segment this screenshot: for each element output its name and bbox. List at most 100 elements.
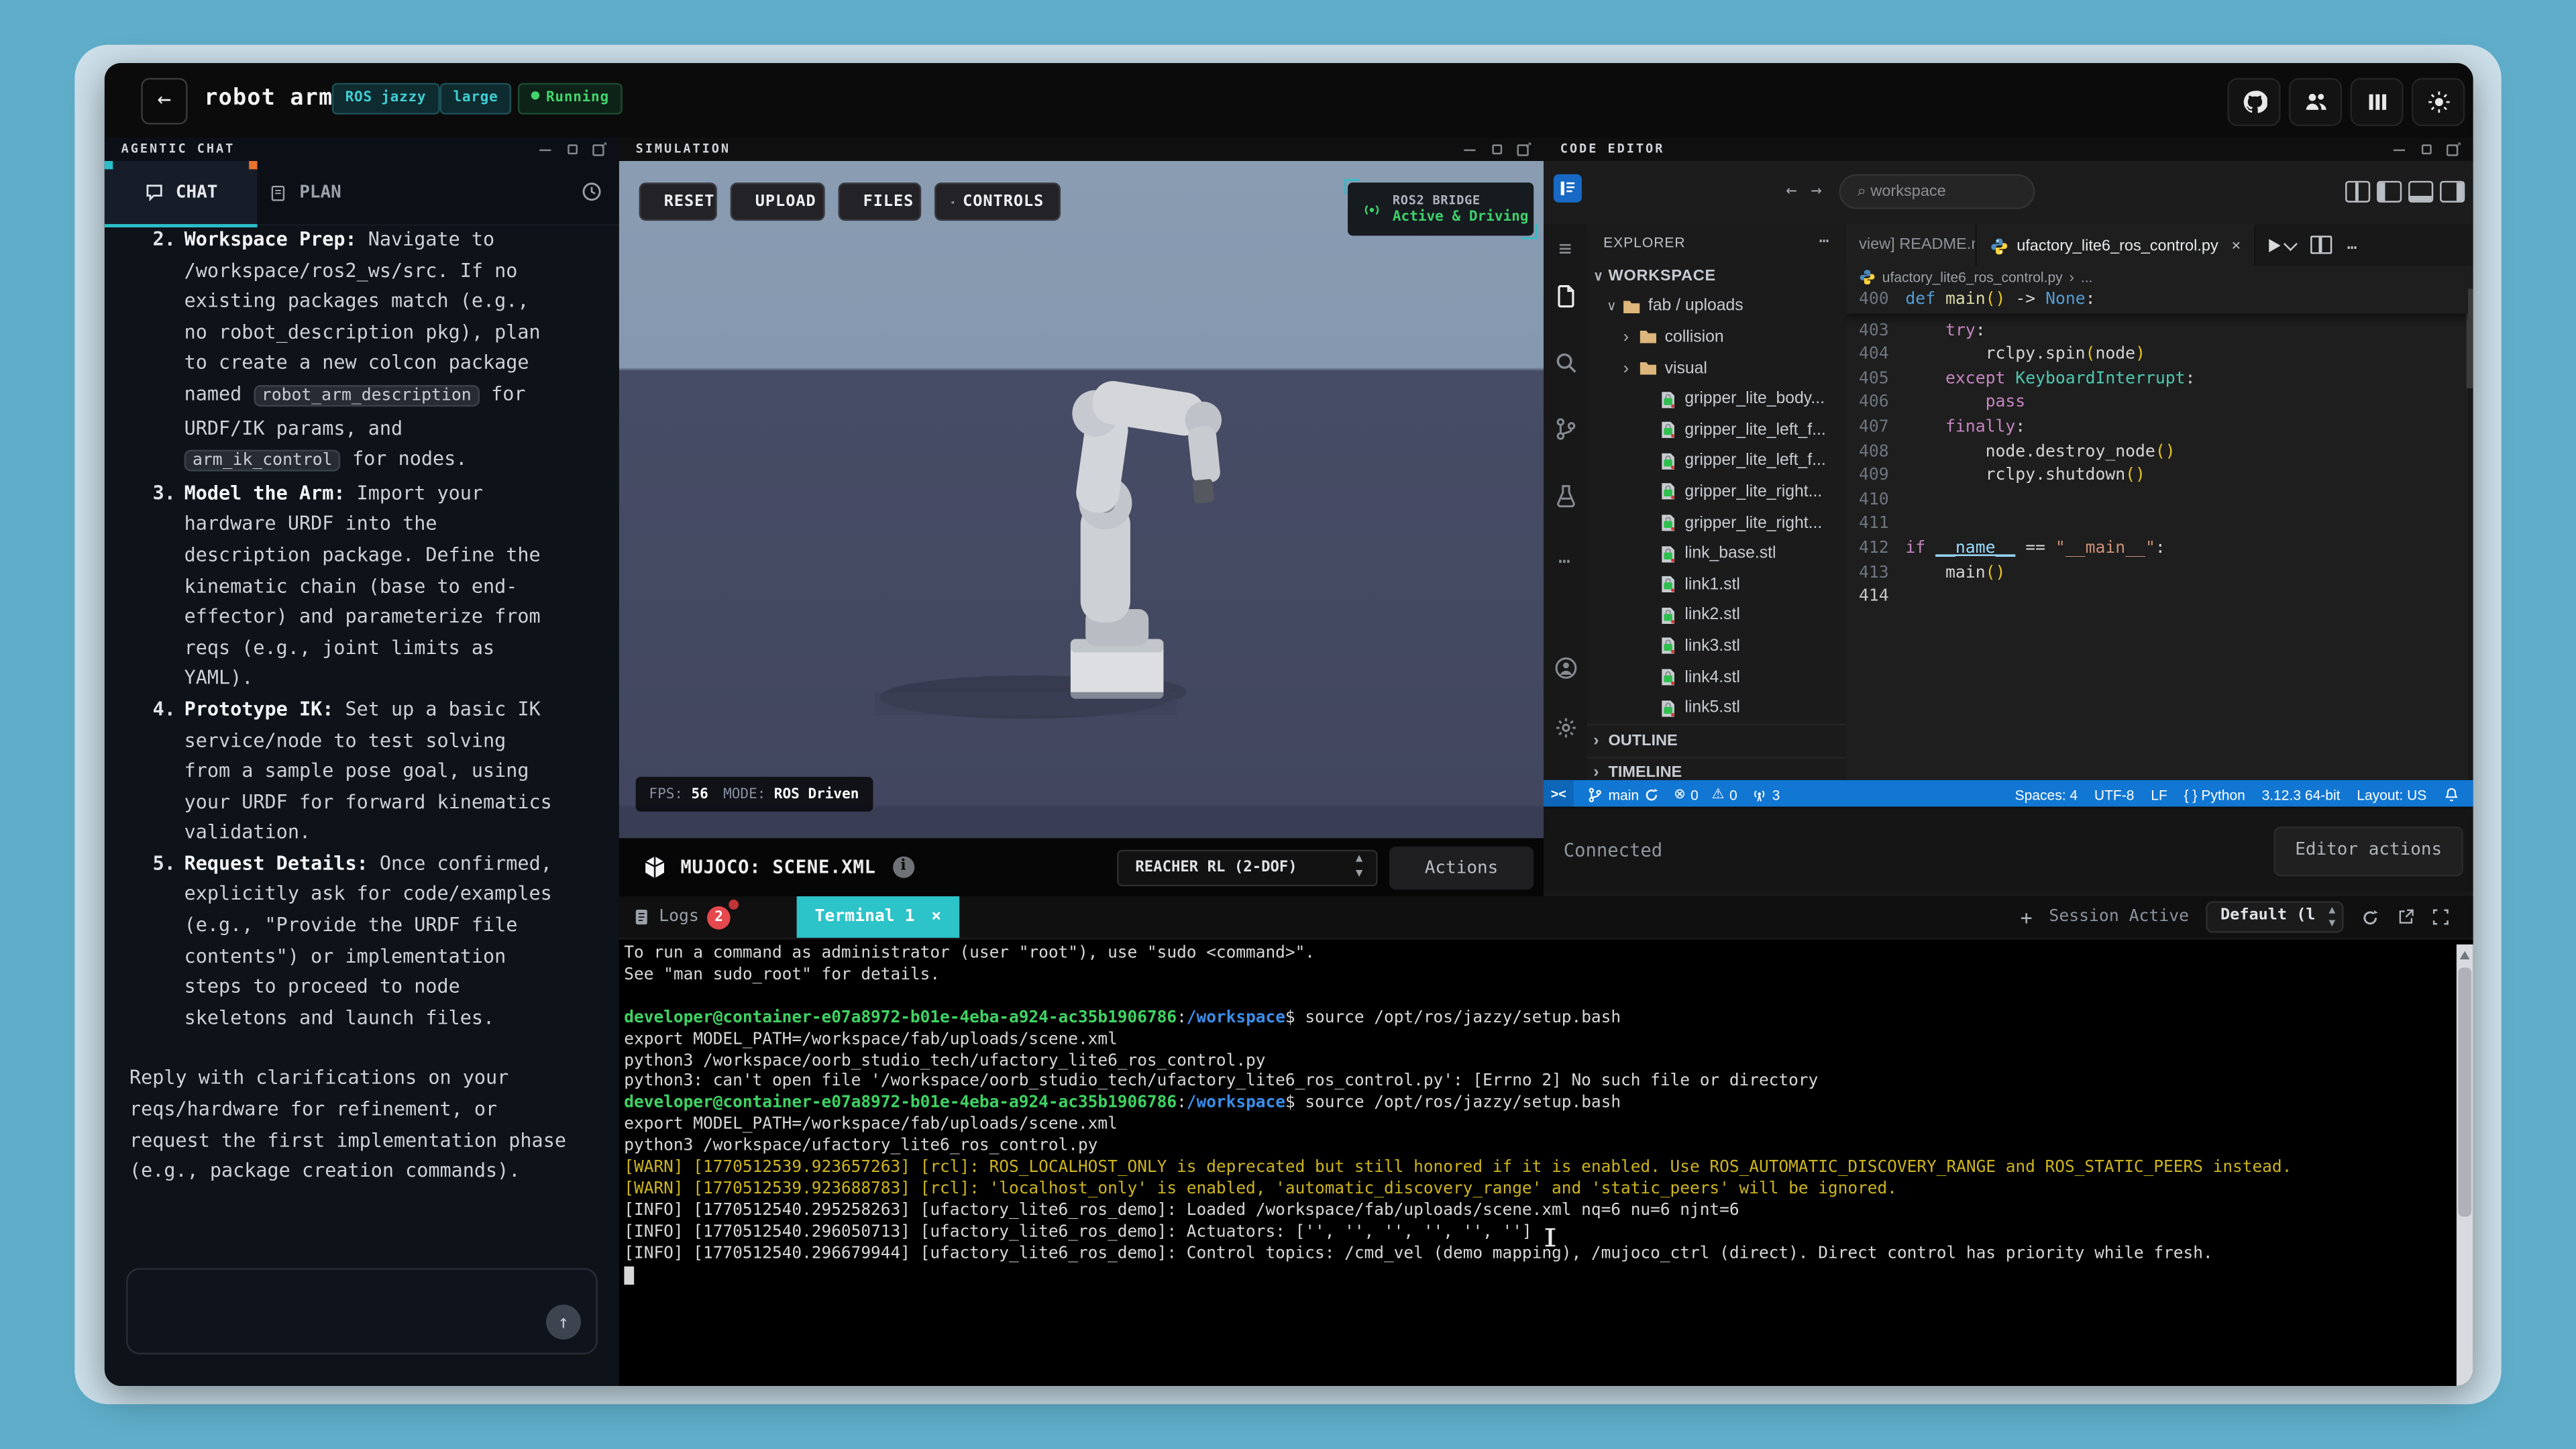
activity-menu[interactable]: ≡ bbox=[1544, 224, 1587, 274]
activity-search[interactable] bbox=[1544, 337, 1587, 386]
popout-icon[interactable] bbox=[592, 143, 606, 156]
chat-input[interactable]: ↑ bbox=[126, 1268, 598, 1354]
terminal-output[interactable]: To run a command as administrator (user … bbox=[624, 945, 2450, 1386]
explorer-item-gripper-lite-left-f-[interactable]: gripper_lite_left_f... bbox=[1587, 445, 1845, 476]
expand-icon[interactable] bbox=[1491, 143, 1504, 156]
new-session-plus-icon[interactable]: + bbox=[2021, 906, 2033, 929]
controls-button[interactable]: CONTROLS bbox=[934, 182, 1061, 221]
code-line-413[interactable]: 413 main() bbox=[1845, 562, 2468, 586]
minimize-icon[interactable] bbox=[2394, 143, 2407, 156]
history-clock-icon[interactable] bbox=[581, 181, 602, 203]
explorer-more-icon[interactable]: … bbox=[1819, 229, 1829, 247]
indent-indicator[interactable]: Spaces: 4 bbox=[2015, 786, 2078, 803]
activity-extensions[interactable] bbox=[1544, 470, 1587, 519]
expand-icon[interactable] bbox=[566, 143, 580, 156]
encoding-indicator[interactable]: UTF-8 bbox=[2094, 786, 2135, 803]
github-button[interactable] bbox=[2227, 78, 2280, 126]
tab-active-file[interactable]: ufactory_lite6_ros_control.py× bbox=[1977, 224, 2256, 266]
editor-actions-button[interactable]: Editor actions bbox=[2274, 826, 2463, 876]
bell-icon[interactable] bbox=[2443, 786, 2460, 803]
terminal-scrollbar[interactable] bbox=[2457, 945, 2473, 1386]
code-area[interactable]: 400def main() -> None: 403 try:404 rclpy.… bbox=[1845, 289, 2468, 780]
layout-panel-bottom-icon[interactable] bbox=[2408, 181, 2433, 203]
explorer-item-visual[interactable]: ›visual bbox=[1587, 353, 1845, 384]
more-actions-icon[interactable]: … bbox=[2347, 235, 2357, 254]
explorer-item-link3-stl[interactable]: link3.stl bbox=[1587, 631, 1845, 662]
tab-logs[interactable]: Logs 2 bbox=[633, 896, 731, 938]
python-version-indicator[interactable]: 3.12.3 64-bit bbox=[2262, 786, 2341, 803]
tab-terminal-1[interactable]: Terminal 1× bbox=[797, 896, 959, 938]
split-editor-icon[interactable] bbox=[2310, 235, 2332, 254]
explorer-item-gripper-lite-body-[interactable]: gripper_lite_body... bbox=[1587, 384, 1845, 415]
errors-indicator[interactable]: ⊗0 bbox=[1674, 785, 1699, 803]
code-line-405[interactable]: 405 except KeyboardInterrupt: bbox=[1845, 368, 2468, 392]
explorer-item-workspace[interactable]: ∨WORKSPACE bbox=[1587, 260, 1845, 291]
activity-source-control[interactable] bbox=[1544, 403, 1587, 453]
code-line-412[interactable]: 412if __name__ == "__main__": bbox=[1845, 537, 2468, 561]
tab-plan[interactable]: PLAN bbox=[258, 161, 354, 224]
activity-more[interactable]: … bbox=[1544, 531, 1587, 581]
explorer-item-outline[interactable]: ›OUTLINE bbox=[1587, 724, 1845, 756]
explorer-item-link1-stl[interactable]: link1.stl bbox=[1587, 570, 1845, 600]
explorer-item-link4-stl[interactable]: link4.stl bbox=[1587, 662, 1845, 693]
layout-grid-icon[interactable] bbox=[2345, 181, 2370, 203]
warnings-indicator[interactable]: ⚠0 bbox=[1712, 785, 1737, 803]
remote-indicator[interactable]: >< bbox=[1544, 780, 1574, 808]
explorer-item-link5-stl[interactable]: link5.stl bbox=[1587, 693, 1845, 724]
code-line-403[interactable]: 403 try: bbox=[1845, 320, 2468, 344]
ports-indicator[interactable]: 3 bbox=[1750, 786, 1780, 803]
simulation-viewport[interactable]: RESET UPLOAD FILES CONTROLS ROS2 BRIDGEA… bbox=[619, 161, 1544, 838]
close-icon[interactable]: × bbox=[931, 908, 941, 926]
explorer-item-link2-stl[interactable]: link2.stl bbox=[1587, 600, 1845, 631]
theme-toggle-button[interactable] bbox=[2412, 78, 2465, 126]
chat-message-body[interactable]: 2.Workspace Prep: Navigate to /workspace… bbox=[105, 224, 619, 1287]
code-line-400[interactable]: 400def main() -> None: bbox=[1845, 289, 2468, 313]
send-button[interactable]: ↑ bbox=[546, 1305, 581, 1340]
files-button[interactable]: FILES bbox=[838, 182, 921, 221]
explorer-item-gripper-lite-left-f-[interactable]: gripper_lite_left_f... bbox=[1587, 415, 1845, 445]
collaborators-button[interactable] bbox=[2289, 78, 2342, 126]
code-line-411[interactable]: 411 bbox=[1845, 513, 2468, 537]
code-line-410[interactable]: 410 bbox=[1845, 489, 2468, 513]
command-search-input[interactable]: ⌕ workspace bbox=[1839, 174, 2035, 209]
nav-back-icon[interactable]: ← bbox=[1786, 179, 1796, 201]
explorer-item-gripper-lite-right-[interactable]: gripper_lite_right... bbox=[1587, 507, 1845, 538]
model-select[interactable]: REACHER RL (2-DOF)▲▼ bbox=[1117, 850, 1377, 886]
activity-account[interactable] bbox=[1544, 643, 1587, 692]
layout-sidebar-right-icon[interactable] bbox=[2440, 181, 2465, 203]
profile-select[interactable]: Default (l▲▼ bbox=[2206, 902, 2344, 933]
info-icon[interactable]: i bbox=[892, 857, 914, 878]
explorer-item-link-base-stl[interactable]: link_base.stl bbox=[1587, 539, 1845, 570]
reset-button[interactable]: RESET bbox=[639, 182, 717, 221]
code-line-406[interactable]: 406 pass bbox=[1845, 392, 2468, 417]
explorer-item-fab-uploads[interactable]: ∨fab / uploads bbox=[1587, 291, 1845, 322]
branch-indicator[interactable]: main bbox=[1587, 786, 1660, 803]
popout-icon[interactable] bbox=[1517, 143, 1530, 156]
actions-button[interactable]: Actions bbox=[1389, 847, 1534, 890]
minimize-icon[interactable] bbox=[539, 143, 553, 156]
keyboard-layout-indicator[interactable]: Layout: US bbox=[2357, 786, 2426, 803]
refresh-icon[interactable] bbox=[2360, 907, 2380, 927]
upload-button[interactable]: UPLOAD bbox=[731, 182, 825, 221]
nav-forward-icon[interactable]: → bbox=[1811, 179, 1821, 201]
layout-columns-button[interactable] bbox=[2351, 78, 2404, 126]
language-indicator[interactable]: { } Python bbox=[2184, 786, 2245, 803]
layout-sidebar-left-icon[interactable] bbox=[2377, 181, 2402, 203]
popout-icon[interactable] bbox=[2447, 143, 2460, 156]
expand-icon[interactable] bbox=[2420, 143, 2433, 156]
minimize-icon[interactable] bbox=[1464, 143, 1477, 156]
back-button[interactable]: ← bbox=[141, 78, 187, 124]
open-external-icon[interactable] bbox=[2397, 908, 2415, 926]
fullscreen-icon[interactable] bbox=[2432, 908, 2450, 926]
eol-indicator[interactable]: LF bbox=[2151, 786, 2167, 803]
breadcrumb[interactable]: ufactory_lite6_ros_control.py›... bbox=[1845, 266, 2473, 289]
explorer-item-gripper-lite-right-[interactable]: gripper_lite_right... bbox=[1587, 476, 1845, 507]
tab-chat[interactable]: CHAT bbox=[105, 161, 258, 227]
code-line-414[interactable]: 414 bbox=[1845, 586, 2468, 610]
run-button[interactable] bbox=[2269, 238, 2296, 252]
code-line-408[interactable]: 408 node.destroy_node() bbox=[1845, 441, 2468, 465]
code-line-407[interactable]: 407 finally: bbox=[1845, 417, 2468, 441]
notebook-icon[interactable] bbox=[1554, 174, 1582, 203]
code-line-404[interactable]: 404 rclpy.spin(node) bbox=[1845, 344, 2468, 368]
code-line-409[interactable]: 409 rclpy.shutdown() bbox=[1845, 465, 2468, 489]
